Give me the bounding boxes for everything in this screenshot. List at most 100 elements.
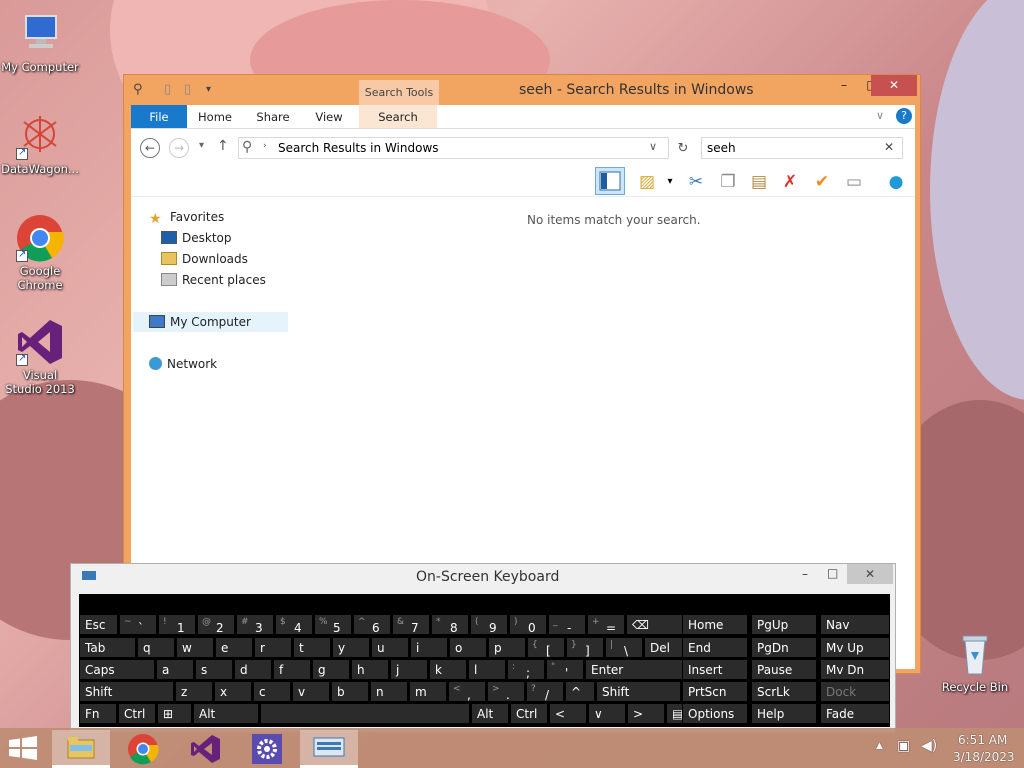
key-help[interactable]: Help	[751, 703, 817, 724]
key-s[interactable]: s	[195, 659, 233, 680]
nav-downloads[interactable]: Downloads	[161, 249, 248, 269]
key-p[interactable]: p	[488, 637, 526, 658]
key-4[interactable]: $4	[275, 614, 313, 635]
recent-locations-icon[interactable]: ▾	[199, 140, 204, 151]
volume-icon[interactable]: ◀)	[921, 738, 937, 754]
tab-search[interactable]: Search	[359, 105, 437, 128]
key-j[interactable]: j	[390, 659, 428, 680]
checkmark-icon[interactable]: ✔	[809, 170, 835, 194]
minimize-button[interactable]: –	[802, 567, 808, 581]
key-symbol[interactable]: ~ `	[119, 614, 157, 635]
key-pgup[interactable]: PgUp	[751, 614, 817, 635]
key-f[interactable]: f	[273, 659, 311, 680]
key-z[interactable]: z	[175, 681, 213, 702]
nav-recent-places[interactable]: Recent places	[161, 270, 266, 290]
start-button[interactable]	[8, 736, 38, 763]
key-g[interactable]: g	[312, 659, 350, 680]
up-button[interactable]: ↑	[217, 138, 229, 154]
tab-view[interactable]: View	[311, 105, 347, 128]
key-r[interactable]: r	[254, 637, 292, 658]
nav-network[interactable]: Network	[149, 354, 217, 374]
cut-icon[interactable]: ✂	[683, 170, 709, 194]
key-symbol[interactable]: ? /	[526, 681, 564, 702]
key-symbol[interactable]: | \	[605, 637, 643, 658]
key-symbol[interactable]: ^	[565, 681, 595, 702]
key-ctrl[interactable]: Ctrl	[510, 703, 548, 724]
key-end[interactable]: End	[682, 637, 748, 658]
key-windows[interactable]: ⊞	[157, 703, 192, 724]
key-fade[interactable]: Fade	[820, 703, 890, 724]
key-pause[interactable]: Pause	[751, 659, 817, 680]
taskbar-settings[interactable]	[238, 730, 296, 768]
chevron-down-icon[interactable]: ▾	[206, 84, 211, 95]
chevron-right-icon[interactable]: ›	[263, 141, 267, 151]
key-c[interactable]: c	[253, 681, 291, 702]
key-i[interactable]: i	[410, 637, 448, 658]
key-prtscn[interactable]: PrtScn	[682, 681, 748, 702]
tab-home[interactable]: Home	[195, 105, 235, 128]
taskbar-visual-studio[interactable]	[176, 730, 234, 768]
clear-search-icon[interactable]: ✕	[884, 140, 894, 154]
key-nav[interactable]: Nav	[820, 614, 890, 635]
globe-icon[interactable]: ●	[883, 170, 909, 194]
key-h[interactable]: h	[351, 659, 389, 680]
key-del[interactable]: Del	[644, 637, 686, 658]
key-symbol[interactable]: }]	[566, 637, 604, 658]
network-tray-icon[interactable]: ▣	[897, 738, 910, 754]
desktop-icon-visual-studio[interactable]: Visual Studio 2013	[0, 318, 80, 396]
key-n[interactable]: n	[370, 681, 408, 702]
key-9[interactable]: (9	[470, 614, 508, 635]
key-1[interactable]: ! 1	[158, 614, 196, 635]
taskbar-file-explorer[interactable]	[52, 730, 110, 768]
clock-time[interactable]: 6:51 AM	[958, 733, 1007, 747]
key-8[interactable]: * 8	[431, 614, 469, 635]
key-mvdn[interactable]: Mv Dn	[820, 659, 890, 680]
key-left-arrow[interactable]: <	[549, 703, 587, 724]
key-d[interactable]: d	[234, 659, 272, 680]
close-button[interactable]: ✕	[847, 564, 893, 584]
chevron-down-icon[interactable]: ▾	[657, 170, 683, 194]
search-input[interactable]: seeh ✕	[701, 137, 903, 159]
key-shift[interactable]: Shift	[596, 681, 681, 702]
key-u[interactable]: u	[371, 637, 409, 658]
key-right-arrow[interactable]: >	[627, 703, 665, 724]
rename-icon[interactable]: ▭	[841, 170, 867, 194]
key-0[interactable]: ) 0	[509, 614, 547, 635]
key-ctrl[interactable]: Ctrl	[118, 703, 156, 724]
key-shift[interactable]: Shift	[79, 681, 174, 702]
nav-favorites[interactable]: ★ Favorites	[149, 207, 224, 227]
key-v[interactable]: v	[292, 681, 330, 702]
key-k[interactable]: k	[429, 659, 467, 680]
key-o[interactable]: o	[449, 637, 487, 658]
key-w[interactable]: w	[176, 637, 214, 658]
help-icon[interactable]: ?	[896, 108, 912, 124]
key-t[interactable]: t	[293, 637, 331, 658]
key-2[interactable]: @2	[197, 614, 235, 635]
new-folder-icon[interactable]: ▯	[184, 82, 191, 97]
nav-desktop[interactable]: Desktop	[161, 228, 232, 248]
key-q[interactable]: q	[137, 637, 175, 658]
copy-icon[interactable]: ❐	[715, 170, 741, 194]
key-alt[interactable]: Alt	[471, 703, 509, 724]
key-home[interactable]: Home	[682, 614, 748, 635]
key-7[interactable]: & 7	[392, 614, 430, 635]
key-fn[interactable]: Fn	[79, 703, 117, 724]
delete-icon[interactable]: ✗	[777, 170, 803, 194]
key-a[interactable]: a	[156, 659, 194, 680]
taskbar-on-screen-keyboard[interactable]	[300, 730, 358, 768]
desktop-icon-my-computer[interactable]: My Computer	[0, 10, 80, 74]
key-l[interactable]: l	[468, 659, 506, 680]
key-insert[interactable]: Insert	[682, 659, 748, 680]
key-dock[interactable]: Dock	[820, 681, 890, 702]
key-caps[interactable]: Caps	[79, 659, 155, 680]
key-symbol[interactable]: + =	[587, 614, 625, 635]
desktop-icon-datawagon[interactable]: DataWagon...	[0, 112, 80, 176]
chevron-down-icon[interactable]: ∨	[649, 140, 657, 153]
refresh-button[interactable]: ↻	[672, 138, 694, 160]
key-symbol[interactable]: {[	[527, 637, 565, 658]
key-symbol[interactable]: >.	[487, 681, 525, 702]
key-enter[interactable]: Enter	[585, 659, 685, 680]
clock-date[interactable]: 3/18/2023	[953, 750, 1015, 764]
key-b[interactable]: b	[331, 681, 369, 702]
back-button[interactable]: ←	[140, 138, 160, 158]
